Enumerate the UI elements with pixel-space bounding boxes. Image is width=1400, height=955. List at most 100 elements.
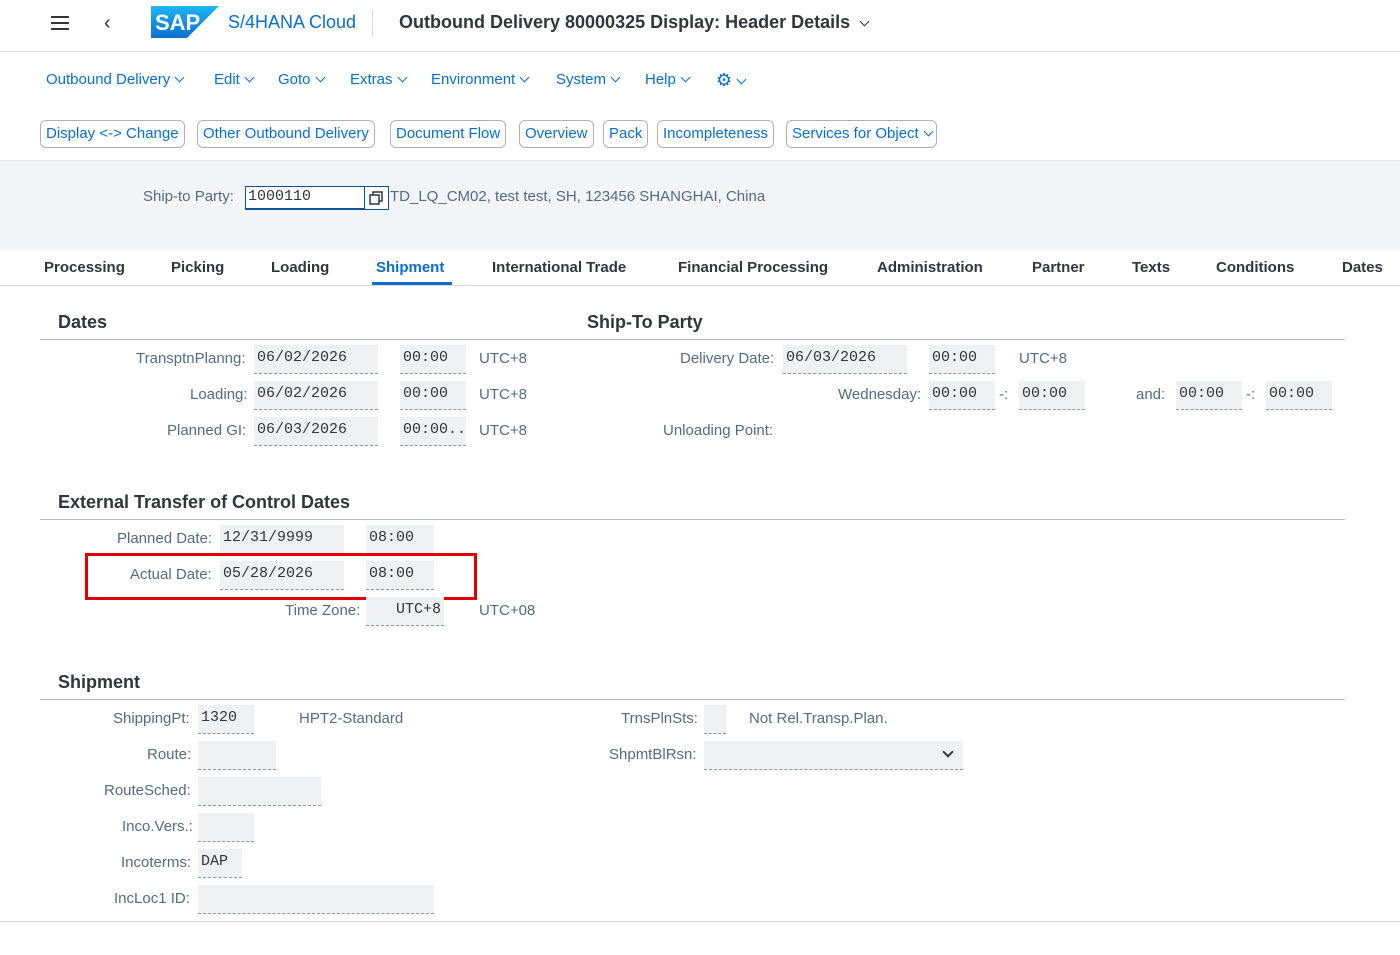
sap-logo-text: SAP — [155, 10, 200, 35]
transptnplanng-label: TransptnPlanng: — [136, 350, 246, 367]
incompleteness-button[interactable]: Incompleteness — [657, 120, 775, 148]
trnsplnsts-field[interactable] — [704, 705, 726, 734]
document-flow-button[interactable]: Document Flow — [390, 120, 507, 148]
menu-edit[interactable]: Edit — [214, 71, 255, 88]
tab-international-trade[interactable]: International Trade — [492, 259, 626, 276]
menu-extras[interactable]: Extras — [350, 71, 407, 88]
route-field[interactable] — [198, 741, 276, 770]
tab-loading[interactable]: Loading — [271, 259, 329, 276]
tab-conditions[interactable]: Conditions — [1216, 259, 1294, 276]
shippingpt-field[interactable]: 1320 — [198, 705, 254, 734]
chevron-down-icon — [174, 72, 185, 83]
menu-icon[interactable] — [51, 16, 69, 30]
incovers-label: Inco.Vers.: — [122, 818, 193, 835]
unloading-point-label: Unloading Point: — [663, 422, 774, 439]
copy-icon — [369, 191, 383, 205]
product-name[interactable]: S/4HANA Cloud — [228, 12, 356, 33]
menu-help[interactable]: Help — [645, 71, 691, 88]
highlight-box — [85, 553, 477, 600]
display-change-button[interactable]: Display <-> Change — [40, 120, 185, 148]
other-outbound-delivery-button[interactable]: Other Outbound Delivery — [197, 120, 375, 148]
divider — [372, 10, 373, 37]
section-divider — [40, 699, 1345, 700]
tab-picking[interactable]: Picking — [171, 259, 224, 276]
pack-button[interactable]: Pack — [603, 120, 649, 148]
tab-financial-processing[interactable]: Financial Processing — [678, 259, 828, 276]
time-zone-field[interactable]: UTC+8 — [366, 597, 444, 626]
sap-logo[interactable]: SAP — [151, 6, 219, 38]
time-zone-description: UTC+08 — [479, 602, 536, 619]
external-transfer-section-title: External Transfer of Control Dates — [58, 492, 351, 512]
tab-texts[interactable]: Texts — [1132, 259, 1170, 276]
chevron-down-icon — [315, 72, 325, 83]
shpmtblrsn-label: ShpmtBlRsn: — [609, 746, 697, 763]
ship-to-input[interactable]: 1000110 — [245, 186, 365, 210]
back-icon[interactable]: ‹ — [104, 12, 111, 35]
transptnplanng-time-field[interactable]: 00:00 — [400, 345, 466, 374]
planned-date-label: Planned Date: — [117, 530, 213, 547]
menu-outbound-delivery[interactable]: Outbound Delivery — [46, 71, 185, 88]
chevron-down-icon — [244, 72, 255, 83]
gear-icon: ⚙ — [716, 70, 733, 90]
incloc-label: IncLoc1 ID: — [114, 890, 190, 907]
tab-processing[interactable]: Processing — [44, 259, 125, 276]
delivery-time-field[interactable]: 00:00 — [929, 345, 995, 374]
loading-timezone: UTC+8 — [479, 386, 527, 403]
planned-time-field[interactable]: 08:00 — [366, 525, 434, 554]
tab-partner[interactable]: Partner — [1032, 259, 1085, 276]
planned-gi-timezone: UTC+8 — [479, 422, 527, 439]
planned-gi-time-field[interactable]: 00:00... — [400, 417, 466, 446]
incloc-field[interactable] — [198, 885, 434, 914]
time-zone-label: Time Zone: — [285, 602, 361, 619]
loading-time-field[interactable]: 00:00 — [400, 381, 466, 410]
value-help-button[interactable] — [364, 186, 389, 210]
menu-environment[interactable]: Environment — [431, 71, 530, 88]
ship-to-description: TD_LQ_CM02, test test, SH, 123456 SHANGH… — [390, 188, 766, 205]
shippingpt-description: HPT2-Standard — [299, 710, 404, 727]
chevron-down-icon — [610, 72, 621, 83]
transptnplanng-date-field[interactable]: 06/02/2026 — [254, 345, 378, 374]
incovers-field[interactable] — [198, 813, 254, 842]
loading-date-field[interactable]: 06/02/2026 — [254, 381, 378, 410]
delivery-date-label: Delivery Date: — [680, 350, 775, 367]
wednesday-dash: -: — [999, 386, 1009, 403]
and-dash: -: — [1246, 386, 1256, 403]
planned-gi-label: Planned GI: — [167, 422, 247, 439]
routesched-field[interactable] — [198, 777, 321, 806]
menu-goto[interactable]: Goto — [278, 71, 325, 88]
footer-divider — [0, 921, 1400, 922]
shpmtblrsn-dropdown[interactable] — [704, 741, 963, 770]
tab-bar: Processing Picking Loading Shipment Inte… — [0, 250, 1400, 286]
chevron-down-icon — [923, 126, 934, 137]
ship-to-label: Ship-to Party: — [143, 188, 234, 205]
delivery-date-field[interactable]: 06/03/2026 — [783, 345, 907, 374]
services-for-object-button[interactable]: Services for Object — [786, 120, 937, 148]
and-to-field[interactable]: 00:00 — [1266, 381, 1332, 410]
incoterms-field[interactable]: DAP — [198, 849, 242, 878]
chevron-down-icon — [519, 72, 530, 83]
wednesday-from-field[interactable]: 00:00 — [929, 381, 995, 410]
planned-date-field[interactable]: 12/31/9999 — [220, 525, 344, 554]
chevron-down-icon — [680, 72, 691, 83]
app-title[interactable]: Outbound Delivery 80000325 Display: Head… — [399, 12, 870, 33]
wednesday-to-field[interactable]: 00:00 — [1019, 381, 1085, 410]
section-divider — [40, 519, 1345, 520]
tab-shipment[interactable]: Shipment — [376, 259, 444, 276]
overview-button[interactable]: Overview — [519, 120, 594, 148]
chevron-down-icon — [859, 16, 870, 27]
routesched-label: RouteSched: — [104, 782, 191, 799]
planned-gi-date-field[interactable]: 06/03/2026 — [254, 417, 378, 446]
transptnplanng-timezone: UTC+8 — [479, 350, 527, 367]
ship-to-section-title: Ship-To Party — [587, 312, 703, 332]
trnsplnsts-label: TrnsPlnSts: — [621, 710, 698, 727]
menu-system[interactable]: System — [556, 71, 621, 88]
tab-administration[interactable]: Administration — [877, 259, 983, 276]
section-divider — [40, 339, 1345, 340]
tab-dates[interactable]: Dates — [1342, 259, 1383, 276]
and-from-field[interactable]: 00:00 — [1176, 381, 1242, 410]
incoterms-label: Incoterms: — [121, 854, 192, 871]
chevron-down-icon — [397, 72, 407, 83]
settings-menu[interactable]: ⚙ — [716, 70, 747, 91]
trnsplnsts-description: Not Rel.Transp.Plan. — [749, 710, 888, 727]
shippingpt-label: ShippingPt: — [113, 710, 190, 727]
